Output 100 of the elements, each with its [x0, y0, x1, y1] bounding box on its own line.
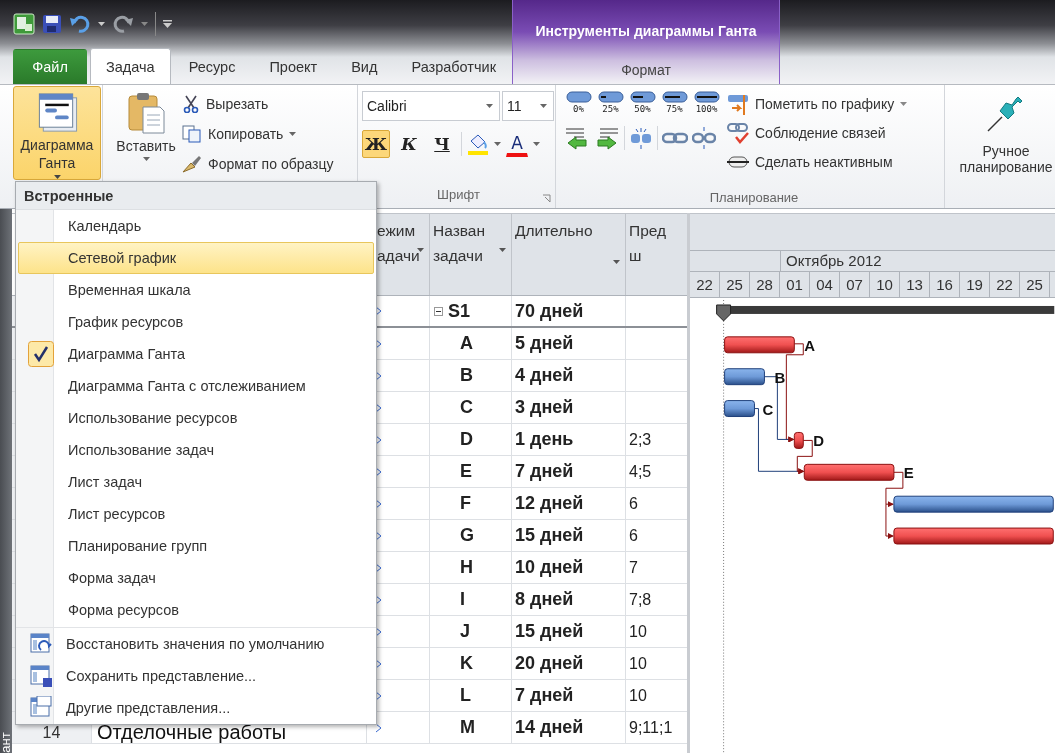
menu-item[interactable]: Использование ресурсов — [18, 402, 374, 434]
duration-cell-text: 20 дней — [514, 653, 584, 674]
dialog-launcher-icon[interactable] — [542, 194, 551, 203]
respect-links-button[interactable]: Соблюдение связей — [727, 121, 908, 145]
indent-icon[interactable] — [594, 126, 620, 150]
column-header[interactable]: Длительно — [512, 214, 626, 295]
caret-icon — [417, 248, 424, 252]
ribbon-tab[interactable]: Задача — [90, 48, 171, 84]
group-label: Планирование — [708, 190, 800, 207]
split-task-icon[interactable] — [629, 126, 653, 150]
task-name: B — [460, 365, 473, 386]
task-bar[interactable] — [724, 336, 795, 354]
ribbon-tab[interactable]: Вид — [335, 48, 394, 84]
task-name: F — [460, 493, 471, 514]
strikethrough-bar-icon — [727, 155, 749, 169]
ribbon-tab[interactable]: Формат — [605, 54, 687, 84]
track-bar-icon — [727, 93, 749, 115]
mark-on-track-button[interactable]: Пометить по графику — [727, 92, 908, 116]
menu-item[interactable]: Лист ресурсов — [18, 498, 374, 530]
menu-item[interactable]: Восстановить значения по умолчанию — [18, 628, 374, 660]
duration-cell-text: 4 дней — [514, 365, 574, 386]
day-label: 22 — [690, 271, 720, 297]
percent-complete-button[interactable]: 100% — [692, 91, 721, 114]
bar-label: E — [903, 464, 914, 482]
caret-icon[interactable] — [494, 142, 501, 146]
cut-button[interactable]: Вырезать — [182, 92, 334, 116]
format-painter-button[interactable]: Формат по образцу — [182, 152, 334, 176]
inactivate-button[interactable]: Сделать неактивным — [727, 150, 908, 174]
copy-icon — [182, 125, 202, 143]
task-bar[interactable] — [724, 399, 755, 417]
font-color-button[interactable]: A — [506, 131, 528, 157]
gantt-chart-button[interactable]: Диаграмма Ганта — [13, 86, 101, 180]
menu-item[interactable]: Планирование групп — [18, 530, 374, 562]
caret-icon[interactable] — [141, 21, 148, 26]
column-header[interactable]: Предш — [626, 214, 687, 295]
progress-bar-icon — [693, 91, 720, 103]
menu-item[interactable]: Диаграмма Ганта с отслеживанием — [18, 370, 374, 402]
progress-bar-icon — [661, 91, 688, 103]
menu-item[interactable]: График ресурсов — [18, 306, 374, 338]
task-mode-icon — [375, 434, 383, 445]
day-label: 22 — [990, 271, 1020, 297]
progress-bar-icon — [597, 91, 624, 103]
task-name: M — [460, 717, 475, 738]
percent-complete-button[interactable]: 0% — [564, 91, 593, 114]
summary-bar[interactable] — [716, 304, 1055, 322]
task-bar[interactable] — [893, 495, 1054, 513]
predecessors-cell-text: 4;5 — [628, 462, 652, 481]
undo-icon[interactable] — [69, 13, 91, 34]
task-bar[interactable] — [793, 431, 804, 449]
font-size-field[interactable]: 11 — [502, 91, 554, 121]
percent-complete-button[interactable]: 50% — [628, 91, 657, 114]
copy-button[interactable]: Копировать — [182, 122, 334, 146]
menu-item[interactable]: Лист задач — [18, 466, 374, 498]
font-family-field[interactable]: Calibri — [362, 91, 500, 121]
day-label: 25 — [720, 271, 750, 297]
task-bar[interactable] — [803, 463, 895, 481]
percent-complete-button[interactable]: 75% — [660, 91, 689, 114]
caret-icon — [900, 102, 908, 106]
menu-item[interactable]: Форма задач — [18, 562, 374, 594]
task-name: C — [460, 397, 473, 418]
ribbon-tab[interactable]: Ресурс — [172, 48, 252, 84]
underline-button[interactable]: Ч — [428, 130, 456, 158]
outdent-icon[interactable] — [564, 126, 590, 150]
task-mode-icon — [375, 690, 383, 701]
duration-cell-text: 15 дней — [514, 525, 584, 546]
caret-icon[interactable] — [533, 142, 540, 146]
bold-button[interactable]: Ж — [362, 130, 390, 158]
customize-icon[interactable] — [163, 19, 172, 28]
manual-schedule-button[interactable]: Ручное планирование — [957, 93, 1055, 208]
link-icon[interactable] — [662, 130, 688, 146]
percent-complete-button[interactable]: 25% — [596, 91, 625, 114]
duration-cell-text: 12 дней — [514, 493, 584, 514]
ribbon-tab[interactable]: Файл — [13, 49, 88, 84]
column-header[interactable]: Назван задачи — [430, 214, 512, 295]
caret-icon — [540, 104, 547, 108]
task-mode-icon — [375, 594, 383, 605]
predecessors-cell-text: 10 — [628, 686, 647, 705]
task-name: E — [460, 461, 472, 482]
menu-item[interactable]: Использование задач — [18, 434, 374, 466]
save-icon[interactable] — [42, 13, 62, 34]
bar-label: B — [774, 368, 786, 386]
brush-icon — [182, 155, 202, 173]
app-icon[interactable] — [13, 12, 35, 35]
italic-button[interactable]: К — [395, 130, 423, 158]
menu-item[interactable]: Форма ресурсов — [18, 594, 374, 626]
task-bar[interactable] — [724, 368, 765, 385]
ribbon-tab[interactable]: Разработчик — [395, 48, 512, 84]
collapse-icon[interactable] — [434, 306, 443, 316]
caret-icon[interactable] — [98, 21, 105, 26]
redo-icon[interactable] — [112, 13, 134, 34]
menu-item[interactable]: Сетевой график — [18, 242, 374, 274]
ribbon-tab[interactable]: Проект — [253, 48, 334, 84]
menu-item[interactable]: Диаграмма Ганта — [18, 338, 374, 370]
unlink-icon[interactable] — [692, 126, 716, 150]
fill-color-icon[interactable] — [467, 132, 489, 156]
menu-item[interactable]: Сохранить представление... — [18, 660, 374, 692]
menu-item[interactable]: Другие представления... — [18, 692, 374, 724]
scissors-icon — [182, 95, 200, 113]
day-label: 25 — [1020, 271, 1050, 297]
day-label: 01 — [780, 271, 810, 297]
